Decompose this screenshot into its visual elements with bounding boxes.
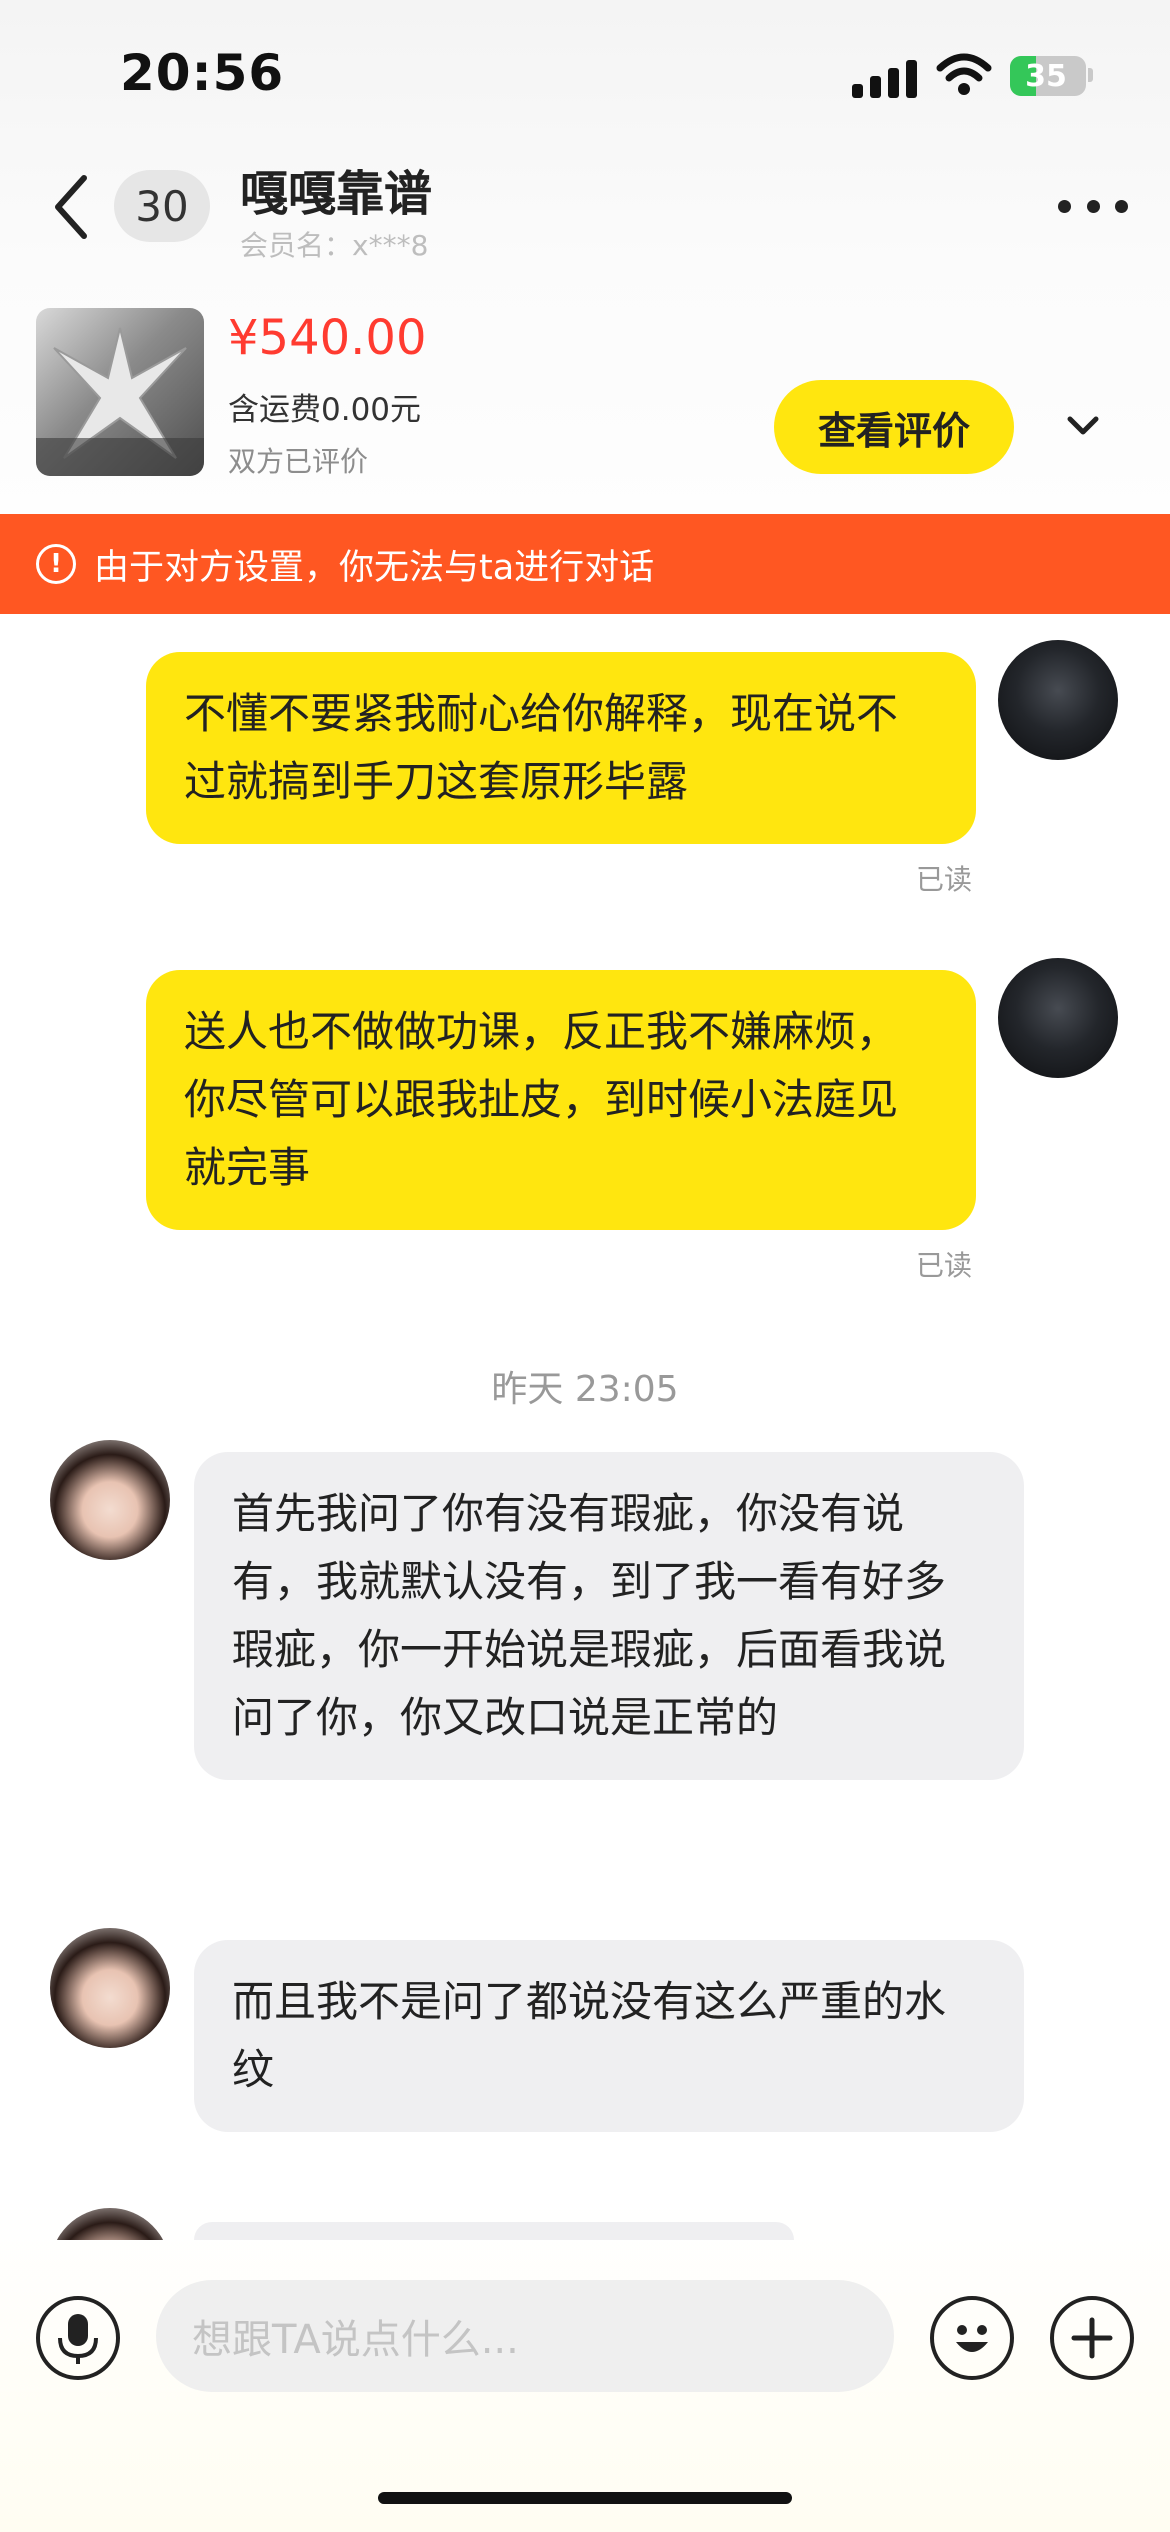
message-bubble-received[interactable]: 首先我问了你有没有瑕疵，你没有说有，我就默认没有，到了我一看有好多瑕疵，你一开始… <box>194 1452 1024 1780</box>
chat-timestamp: 昨天 23:05 <box>491 1369 679 1410</box>
order-status: 双方已评价 <box>228 445 369 478</box>
battery-cap <box>1088 68 1093 82</box>
shipping-fee: 含运费0.00元 <box>228 392 422 428</box>
more-actions-button[interactable] <box>1050 2296 1134 2380</box>
warning-icon: ! <box>36 544 76 584</box>
battery-icon: 35 <box>1010 56 1086 96</box>
message-input[interactable]: 想跟TA说点什么... <box>156 2280 894 2392</box>
contact-avatar-partial <box>50 2208 170 2240</box>
voice-input-button[interactable] <box>36 2296 120 2380</box>
product-price: ¥540.00 <box>228 310 427 366</box>
smiley-icon <box>956 2325 988 2352</box>
blocked-banner-text: 由于对方设置，你无法与ta进行对话 <box>94 547 655 588</box>
chevron-down-icon[interactable] <box>1066 414 1100 438</box>
view-review-button[interactable]: 查看评价 <box>774 380 1014 474</box>
back-arrow-icon[interactable] <box>50 172 94 242</box>
blocked-banner: ! 由于对方设置，你无法与ta进行对话 <box>0 514 1170 614</box>
member-name: 会员名：x***8 <box>240 229 429 262</box>
message-bubble-sent[interactable]: 不懂不要紧我耐心给你解释，现在说不过就搞到手刀这套原形毕露 <box>146 652 976 844</box>
unread-count-badge[interactable]: 30 <box>114 170 210 242</box>
home-indicator[interactable] <box>378 2492 792 2504</box>
my-avatar[interactable] <box>998 640 1118 760</box>
cellular-signal-icon <box>852 58 917 98</box>
wifi-icon <box>936 53 992 95</box>
contact-name: 嘎嘎靠谱 <box>240 166 433 222</box>
message-bubble-sent[interactable]: 送人也不做做功课，反正我不嫌麻烦，你尽管可以跟我扯皮，到时候小法庭见就完事 <box>146 970 976 1230</box>
message-bubble-partial <box>194 2222 794 2240</box>
contact-avatar[interactable] <box>50 1440 170 1560</box>
battery-level: 35 <box>1025 59 1067 94</box>
read-status: 已读 <box>916 863 973 896</box>
figure-thumbnail-icon <box>36 327 204 476</box>
microphone-icon <box>58 2314 98 2364</box>
product-image[interactable] <box>36 308 204 476</box>
more-options-icon[interactable] <box>1058 200 1128 214</box>
my-avatar[interactable] <box>998 958 1118 1078</box>
emoji-button[interactable] <box>930 2296 1014 2380</box>
message-bubble-received[interactable]: 而且我不是问了都说没有这么严重的水纹 <box>194 1940 1024 2132</box>
status-time: 20:56 <box>120 44 285 102</box>
read-status: 已读 <box>916 1249 973 1282</box>
contact-avatar[interactable] <box>50 1928 170 2048</box>
plus-icon <box>1071 2317 1113 2359</box>
